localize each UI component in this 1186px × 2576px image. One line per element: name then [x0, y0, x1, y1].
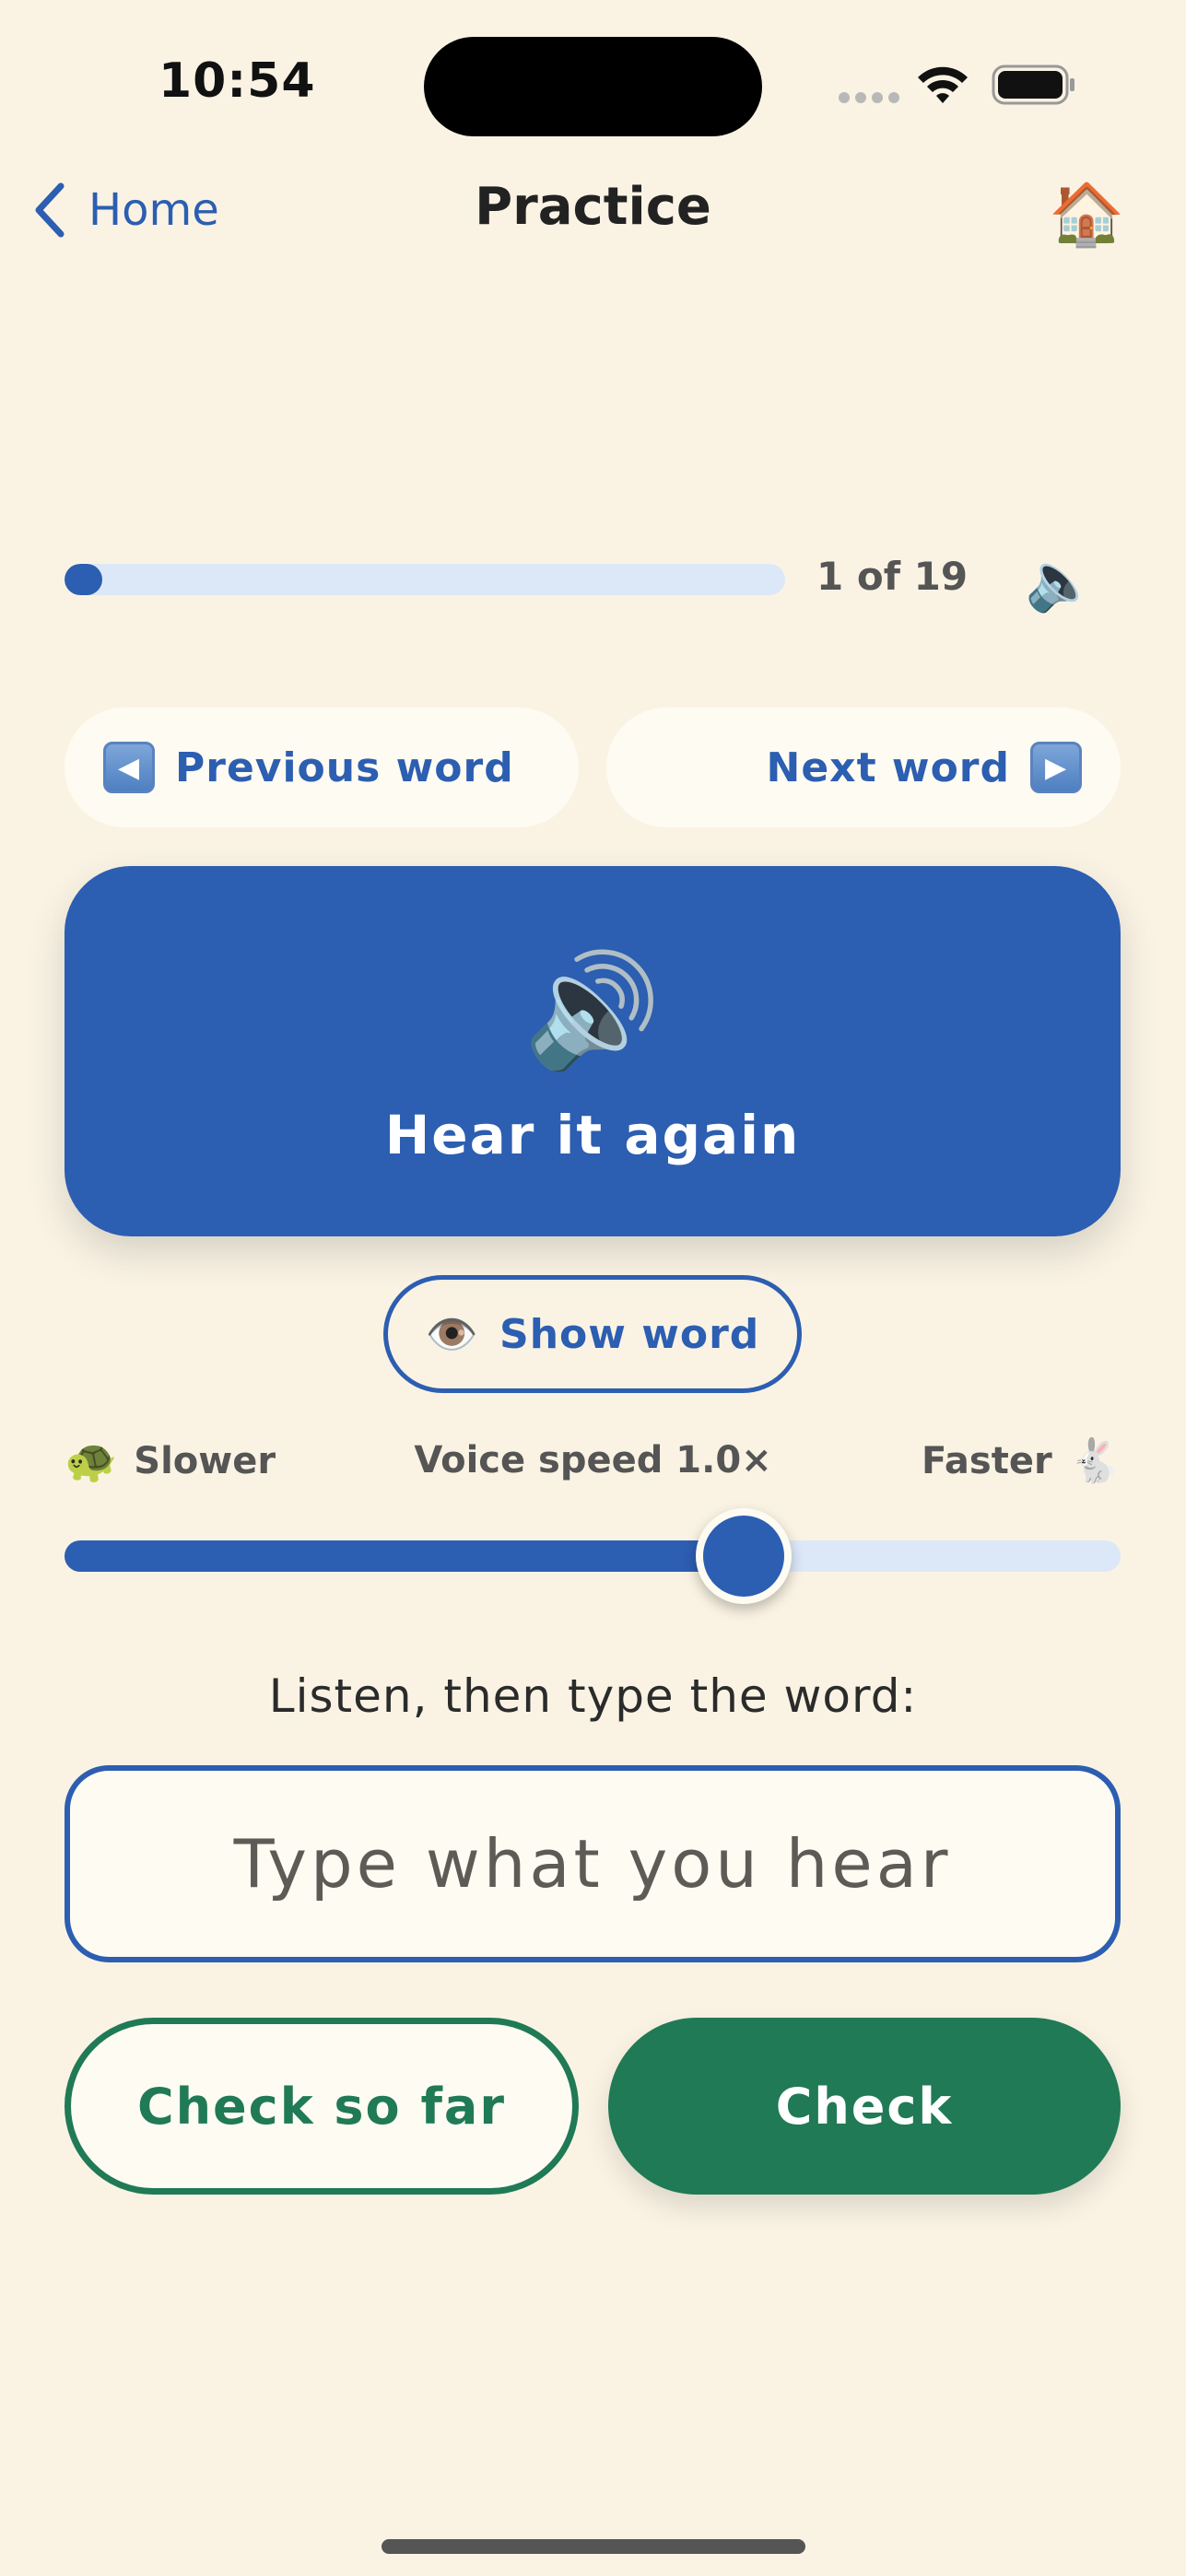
back-label: Home — [88, 184, 219, 236]
voice-speed-slider[interactable] — [65, 1508, 1121, 1604]
previous-word-button[interactable]: ◀ Previous word — [65, 708, 579, 827]
dynamic-island — [424, 37, 762, 136]
progress-count: 1 of 19 — [816, 554, 969, 599]
slower-label: Slower — [134, 1439, 276, 1482]
speed-slower: 🐢 Slower — [65, 1435, 276, 1486]
speed-faster: Faster 🐇 — [922, 1435, 1121, 1486]
loud-speaker-icon: 🔊 — [523, 947, 662, 1075]
rabbit-icon: 🐇 — [1068, 1435, 1121, 1485]
show-word-label: Show word — [499, 1310, 760, 1358]
house-icon[interactable]: 🏠 — [1049, 179, 1124, 251]
hear-again-button[interactable]: 🔊 Hear it again — [65, 866, 1121, 1236]
speaker-icon[interactable]: 🔈 — [1025, 547, 1096, 615]
home-indicator[interactable] — [382, 2539, 805, 2554]
answer-input[interactable] — [65, 1765, 1121, 1962]
signal-dots-icon — [839, 92, 899, 103]
slider-thumb[interactable] — [695, 1508, 792, 1604]
check-so-far-button[interactable]: Check so far — [65, 2018, 579, 2195]
previous-arrow-icon: ◀ — [103, 742, 155, 793]
instruction-text: Listen, then type the word: — [268, 1669, 918, 1723]
next-arrow-icon: ▶ — [1030, 742, 1082, 793]
battery-icon — [992, 64, 1074, 105]
faster-label: Faster — [921, 1439, 1052, 1482]
eye-icon: 👁️ — [425, 1308, 479, 1359]
status-time: 10:54 — [159, 53, 316, 109]
wifi-icon — [918, 66, 968, 103]
next-word-button[interactable]: Next word ▶ — [606, 708, 1121, 827]
progress-bar — [65, 564, 785, 595]
progress-fill — [65, 564, 103, 595]
show-word-button[interactable]: 👁️ Show word — [383, 1275, 802, 1393]
next-word-label: Next word — [766, 744, 1010, 791]
hear-again-label: Hear it again — [384, 1104, 801, 1166]
slider-fill — [65, 1540, 744, 1572]
check-button[interactable]: Check — [608, 2018, 1121, 2195]
previous-word-label: Previous word — [175, 744, 514, 791]
back-button[interactable]: Home — [31, 177, 219, 243]
chevron-left-icon — [35, 182, 65, 238]
turtle-icon: 🐢 — [65, 1435, 118, 1485]
